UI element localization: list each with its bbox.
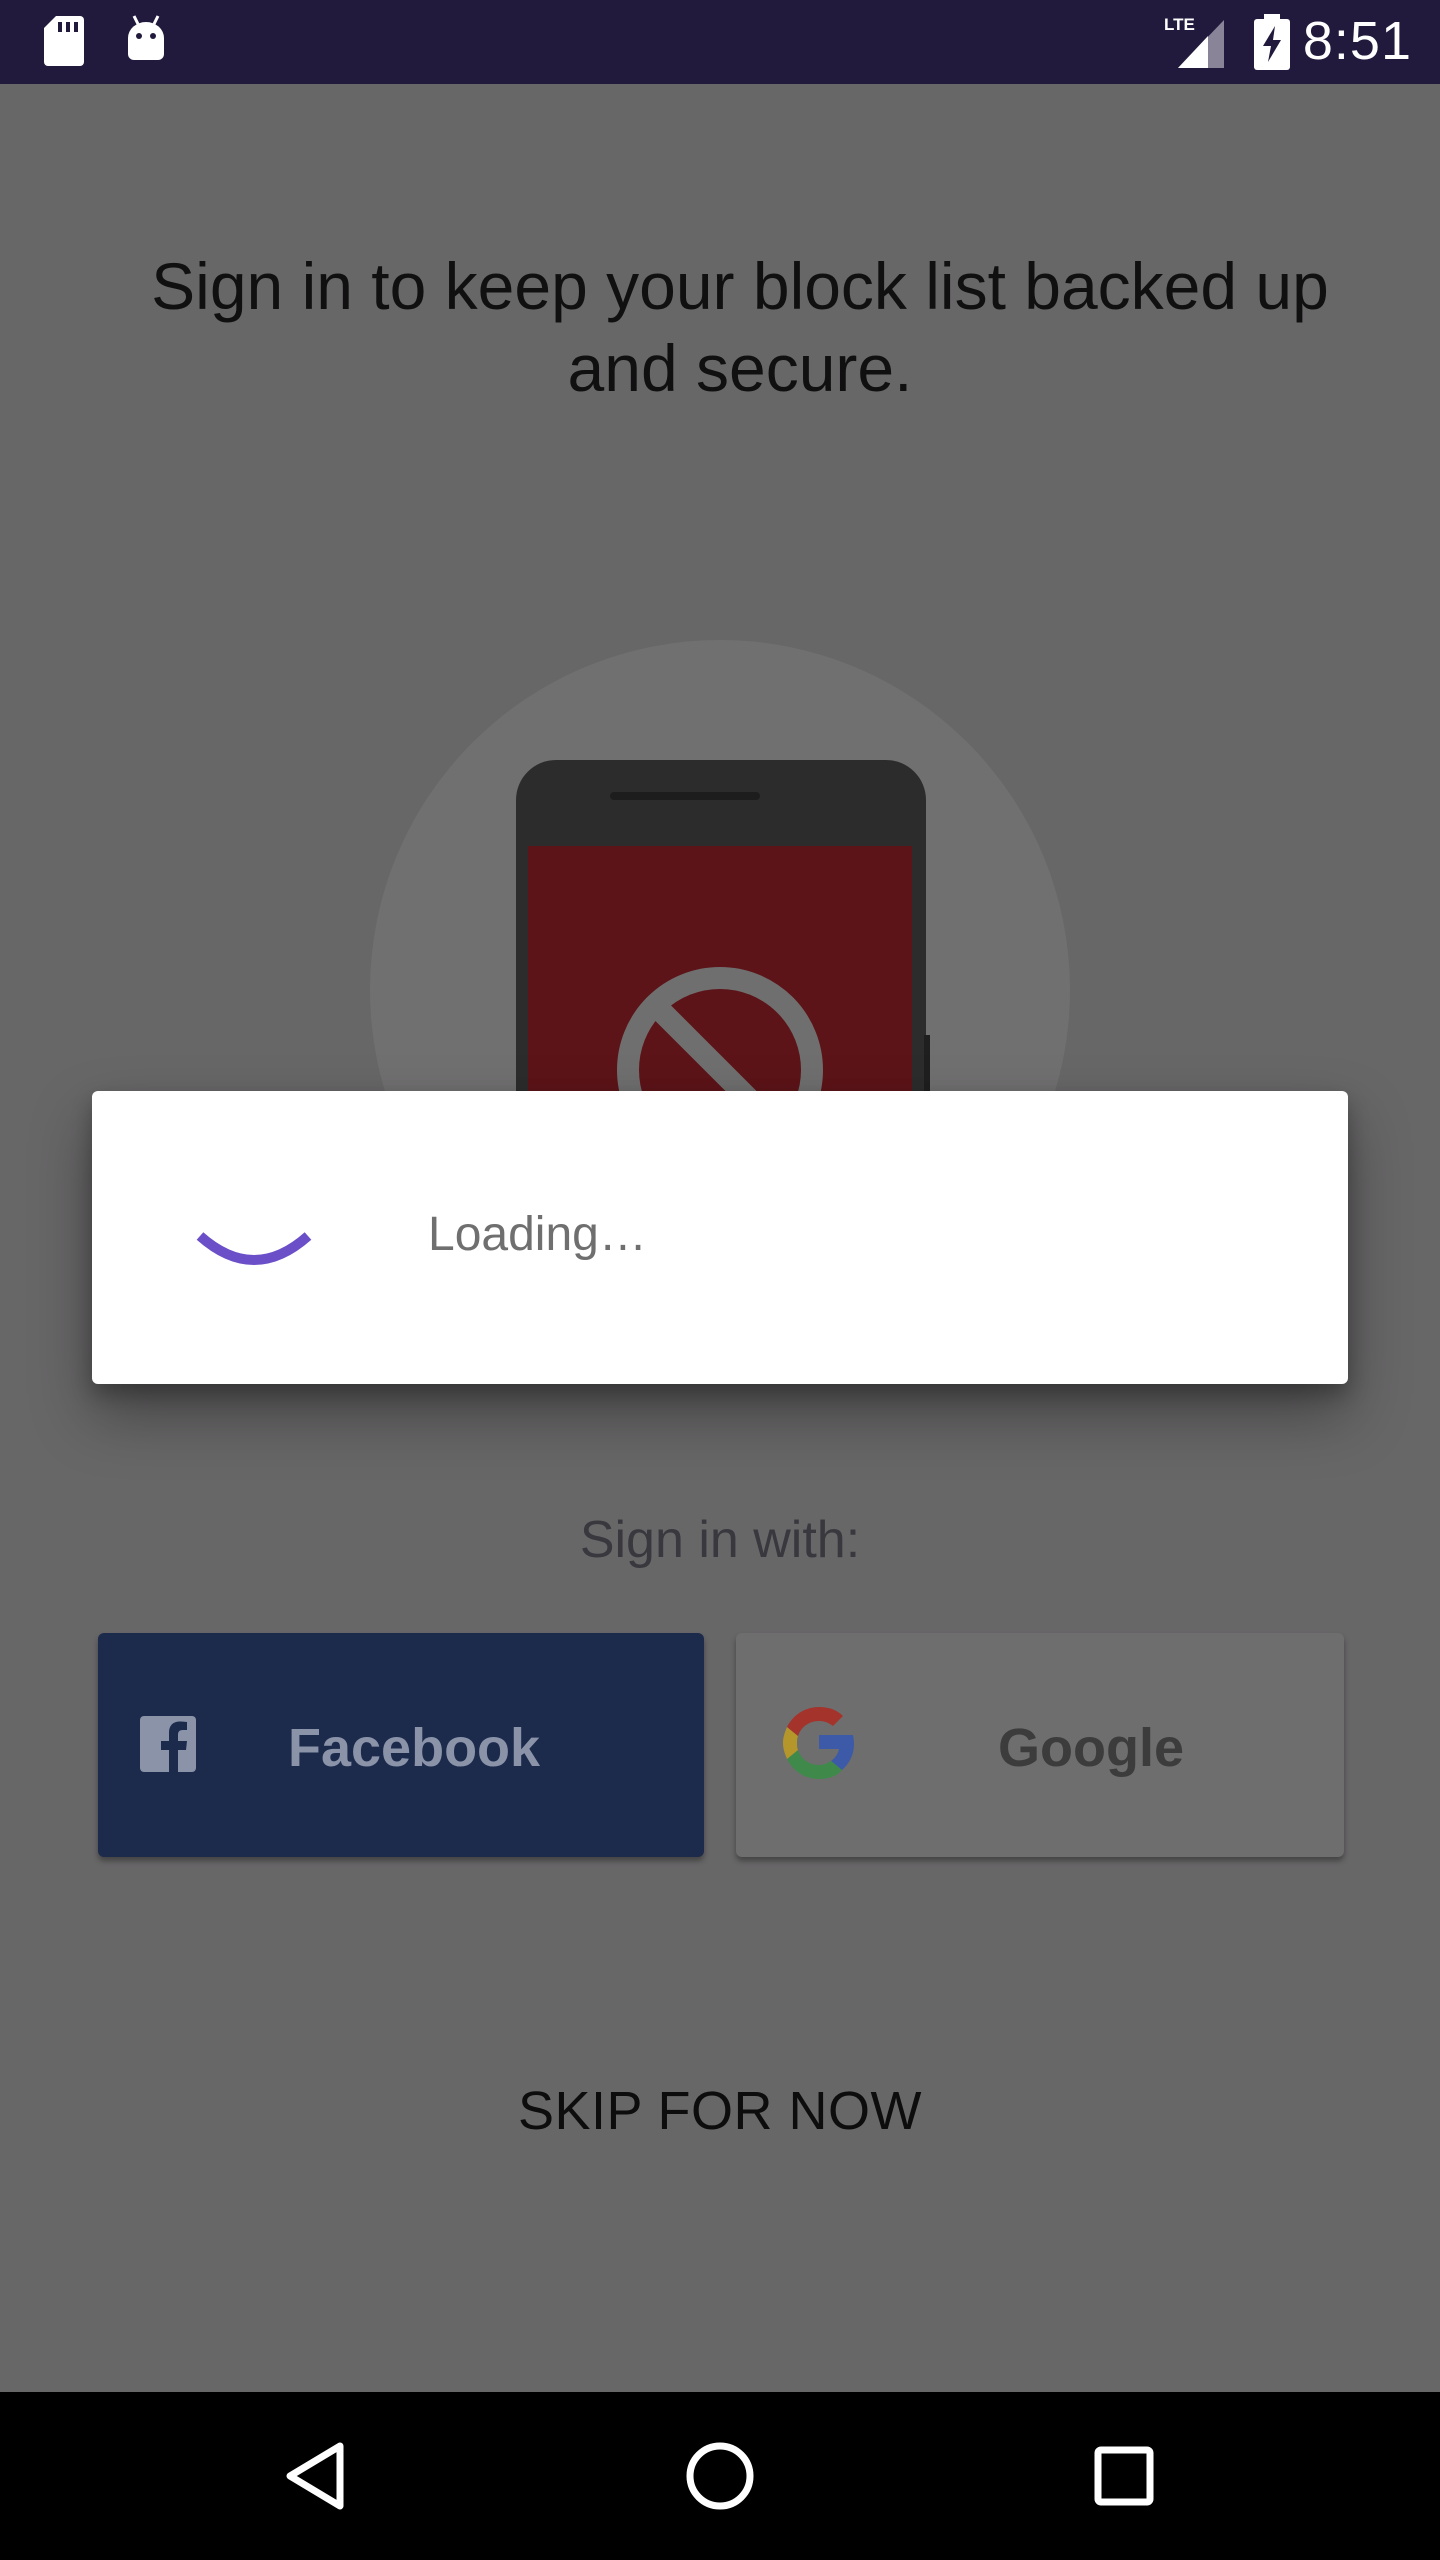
facebook-icon [140,1716,196,1772]
lte-label: LTE [1164,15,1195,34]
navigation-bar [0,2392,1440,2560]
facebook-signin-button[interactable]: Facebook [98,1633,704,1857]
facebook-button-label: Facebook [288,1718,541,1778]
clock: 8:51 [1302,11,1412,71]
sd-card-icon [44,16,84,66]
google-signin-button[interactable]: Google [736,1633,1344,1857]
page-title: Sign in to keep your block list backed u… [151,249,1329,405]
battery-charging-icon [1254,14,1290,70]
sign-in-with-label: Sign in with: [579,1511,861,1569]
loading-text: Loading… [428,1208,647,1261]
back-icon[interactable] [276,2436,356,2516]
android-icon [128,15,164,60]
recents-icon[interactable] [1084,2436,1164,2516]
lte-signal-icon: LTE [1164,15,1224,68]
loading-spinner-icon [196,1232,312,1265]
status-bar: LTE 8:51 [0,0,1440,84]
google-button-label: Google [998,1718,1184,1778]
home-icon[interactable] [680,2436,760,2516]
google-icon [783,1707,854,1779]
skip-for-now-button[interactable]: SKIP FOR NOW [0,2080,1440,2142]
loading-dialog: Loading… [92,1091,1348,1384]
